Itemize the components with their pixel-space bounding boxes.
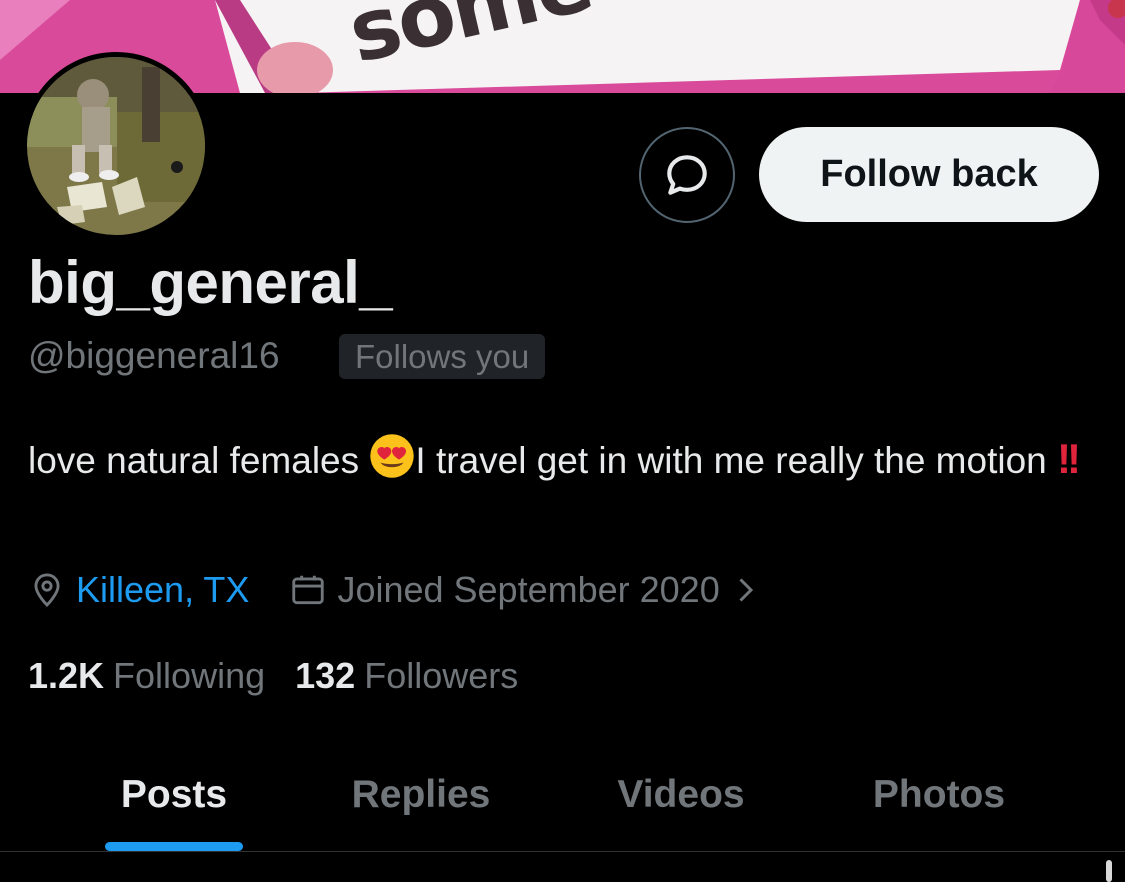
profile-meta: Killeen, TX Joined September 2020 bbox=[28, 566, 756, 614]
tab-posts[interactable]: Posts bbox=[60, 740, 288, 850]
message-bubble-icon bbox=[667, 155, 707, 195]
profile-tabs: Posts Replies Videos Photos bbox=[0, 740, 1125, 852]
bio-text-2: I travel get in with me really the motio… bbox=[415, 440, 1058, 481]
heart-eyes-emoji-icon bbox=[369, 433, 415, 496]
follows-you-badge: Follows you bbox=[339, 334, 546, 379]
tabs-divider bbox=[0, 851, 1125, 852]
tab-videos[interactable]: Videos bbox=[570, 740, 792, 850]
tab-photos[interactable]: Photos bbox=[828, 740, 1050, 850]
location-pin-icon bbox=[34, 573, 60, 608]
joined-text: Joined September 2020 bbox=[337, 569, 720, 610]
avatar-image bbox=[27, 57, 205, 235]
display-name: big_general_ bbox=[28, 249, 393, 316]
followers-count: 132 bbox=[295, 655, 356, 696]
calendar-icon bbox=[292, 575, 325, 605]
followers-label: Followers bbox=[364, 655, 519, 696]
chevron-right-icon bbox=[739, 578, 753, 602]
joined-date[interactable]: Joined September 2020 bbox=[289, 569, 755, 611]
location-link[interactable]: Killeen, TX bbox=[76, 569, 249, 611]
double-exclamation-icon: !! bbox=[1057, 435, 1081, 482]
message-button[interactable] bbox=[639, 127, 735, 223]
tab-replies[interactable]: Replies bbox=[310, 740, 532, 850]
followers-link[interactable]: 132 Followers bbox=[295, 655, 518, 697]
profile-stats: 1.2K Following 132 Followers bbox=[28, 655, 518, 697]
following-label: Following bbox=[113, 655, 266, 696]
following-link[interactable]: 1.2K Following bbox=[28, 655, 265, 697]
bio: love natural females I travel get in wit… bbox=[28, 430, 1108, 496]
active-tab-indicator bbox=[105, 842, 243, 851]
bio-text-1: love natural females bbox=[28, 440, 370, 481]
avatar[interactable] bbox=[22, 52, 210, 240]
handle: @biggeneral16 bbox=[28, 335, 280, 376]
following-count: 1.2K bbox=[28, 655, 105, 696]
follow-back-button[interactable]: Follow back bbox=[759, 127, 1099, 222]
scrollbar-thumb[interactable] bbox=[1106, 860, 1112, 882]
